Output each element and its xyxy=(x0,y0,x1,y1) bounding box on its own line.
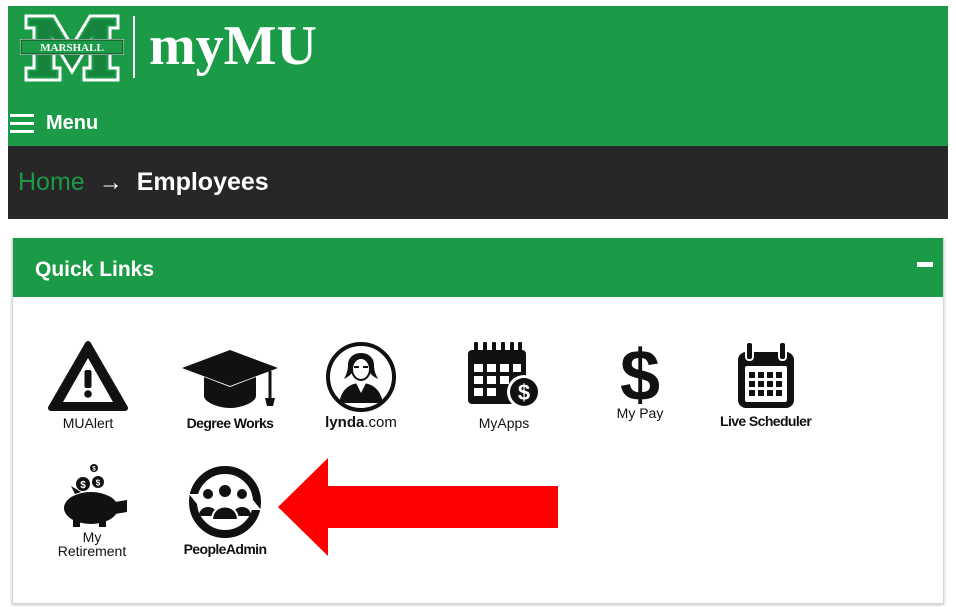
quick-link-live-scheduler[interactable]: Live Scheduler xyxy=(720,340,812,429)
marshall-logo[interactable]: MARSHALL xyxy=(20,12,124,84)
quick-links-title: Quick Links xyxy=(35,258,155,281)
quick-link-label: MyApps xyxy=(478,415,530,431)
breadcrumb-arrow-icon: → xyxy=(98,168,123,196)
svg-text:$: $ xyxy=(620,338,660,404)
quick-link-degree-works[interactable]: Degree Works xyxy=(180,346,280,431)
quick-link-lynda[interactable]: lynda.com xyxy=(322,341,400,430)
hamburger-icon xyxy=(8,106,38,140)
lynda-domain: .com xyxy=(364,414,397,431)
logo-wordmark: MARSHALL xyxy=(40,42,104,54)
quick-links-header: Quick Links xyxy=(13,238,943,297)
breadcrumb: Home → Employees xyxy=(18,146,269,219)
collapse-button[interactable] xyxy=(917,262,933,268)
retirement-label-line2: Retirement xyxy=(57,543,127,559)
quick-link-peopleadmin[interactable]: PeopleAdmin xyxy=(180,464,270,557)
svg-text:$: $ xyxy=(96,479,101,488)
logo-divider xyxy=(133,16,135,78)
menu-label: Menu xyxy=(46,111,99,134)
minus-icon xyxy=(917,262,933,267)
quick-link-mualert[interactable]: MUAlert xyxy=(47,340,129,431)
red-arrow-icon xyxy=(278,458,558,556)
graduation-cap-icon xyxy=(182,350,278,408)
menu-button[interactable]: Menu xyxy=(8,106,98,140)
quick-link-myapps[interactable]: $ MyApps xyxy=(462,338,546,431)
piggy-bank-icon: $ $ $ xyxy=(64,464,127,527)
calendar-icon xyxy=(737,341,794,408)
breadcrumb-home-link[interactable]: Home xyxy=(18,168,85,197)
quick-link-label: My Pay xyxy=(616,405,664,421)
quick-link-label: Live Scheduler xyxy=(720,413,812,429)
quick-link-label: MUAlert xyxy=(62,415,114,431)
warning-triangle-icon xyxy=(48,341,128,411)
breadcrumb-current: Employees xyxy=(136,168,269,196)
retirement-label-line1: My xyxy=(82,529,102,545)
lynda-portrait-icon xyxy=(326,342,396,412)
people-circle-icon xyxy=(189,466,261,538)
quick-link-my-pay[interactable]: $ My Pay xyxy=(610,338,670,421)
lynda-wordmark: lynda xyxy=(325,414,365,431)
quick-link-my-retirement[interactable]: $ $ $ My Retirement xyxy=(51,462,133,558)
svg-text:$: $ xyxy=(80,480,86,491)
site-brand[interactable]: myMU xyxy=(149,8,317,84)
quick-link-label: lynda.com xyxy=(325,415,397,430)
svg-text:$: $ xyxy=(518,380,530,405)
quick-link-label: My Retirement xyxy=(58,530,126,558)
quick-link-label: Degree Works xyxy=(186,415,274,431)
breadcrumb-bar: Home → Employees xyxy=(8,146,948,219)
dollar-sign-icon: $ xyxy=(620,338,660,404)
top-header: MARSHALL myMU Menu xyxy=(8,6,948,146)
calendar-grid-dollar-icon: $ xyxy=(468,342,541,409)
quick-link-label: PeopleAdmin xyxy=(183,541,267,557)
